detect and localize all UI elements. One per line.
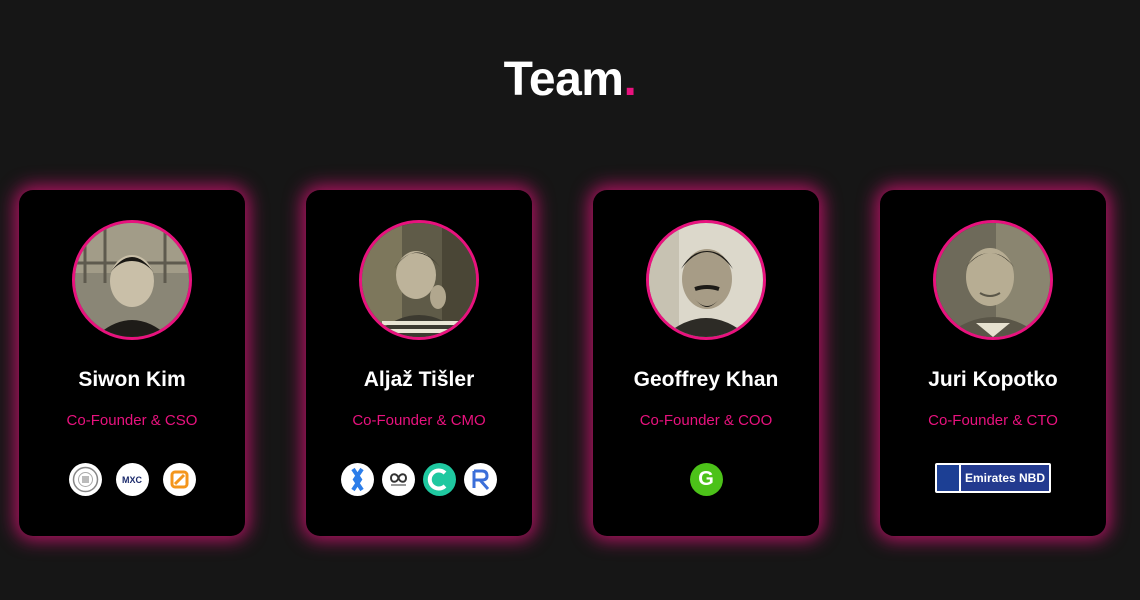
avatar-photo (359, 220, 479, 340)
member-name: Siwon Kim (78, 368, 186, 391)
affiliation-logos (306, 463, 532, 496)
orange-swap-logo-icon[interactable] (162, 463, 196, 496)
avatar-photo (72, 220, 192, 340)
team-card-juri-kopotko: Juri Kopotko Co-Founder & CTO Emirates N… (880, 190, 1106, 536)
affiliation-logos: G (593, 463, 819, 496)
blue-hexagon-logo-icon[interactable] (341, 463, 374, 496)
member-name: Aljaž Tišler (363, 368, 475, 391)
section-title-dot: . (623, 53, 637, 106)
affiliation-logos: Emirates NBD (880, 463, 1106, 493)
member-role: Co-Founder & CTO (928, 412, 1058, 429)
emirates-nbd-wordmark: Emirates NBD (961, 465, 1049, 491)
member-role: Co-Founder & CSO (66, 412, 198, 429)
member-role: Co-Founder & COO (639, 412, 773, 429)
section-title-text: Team (503, 53, 624, 106)
affiliation-logos: MXC (19, 463, 245, 496)
member-role: Co-Founder & CMO (352, 412, 486, 429)
rx-logo-icon[interactable] (464, 463, 497, 496)
emirates-nbd-emblem-icon (937, 465, 959, 491)
team-card-geoffrey-khan: Geoffrey Khan Co-Founder & COO G (593, 190, 819, 536)
section-title: Team. (0, 52, 1140, 107)
infinity-group-logo-icon[interactable] (382, 463, 415, 496)
member-name: Geoffrey Khan (633, 368, 779, 391)
university-seal-icon[interactable] (68, 463, 102, 496)
team-card-siwon-kim: Siwon Kim Co-Founder & CSO MXC (19, 190, 245, 536)
green-ring-logo-icon[interactable] (423, 463, 456, 496)
green-g-logo-icon[interactable]: G (689, 463, 723, 496)
member-name: Juri Kopotko (928, 368, 1058, 391)
avatar-photo (646, 220, 766, 340)
mxc-logo-icon[interactable]: MXC (115, 463, 149, 496)
emirates-nbd-logo[interactable]: Emirates NBD (935, 463, 1051, 493)
team-card-aljaz-tisler: Aljaž Tišler Co-Founder & CMO (306, 190, 532, 536)
avatar-photo (933, 220, 1053, 340)
